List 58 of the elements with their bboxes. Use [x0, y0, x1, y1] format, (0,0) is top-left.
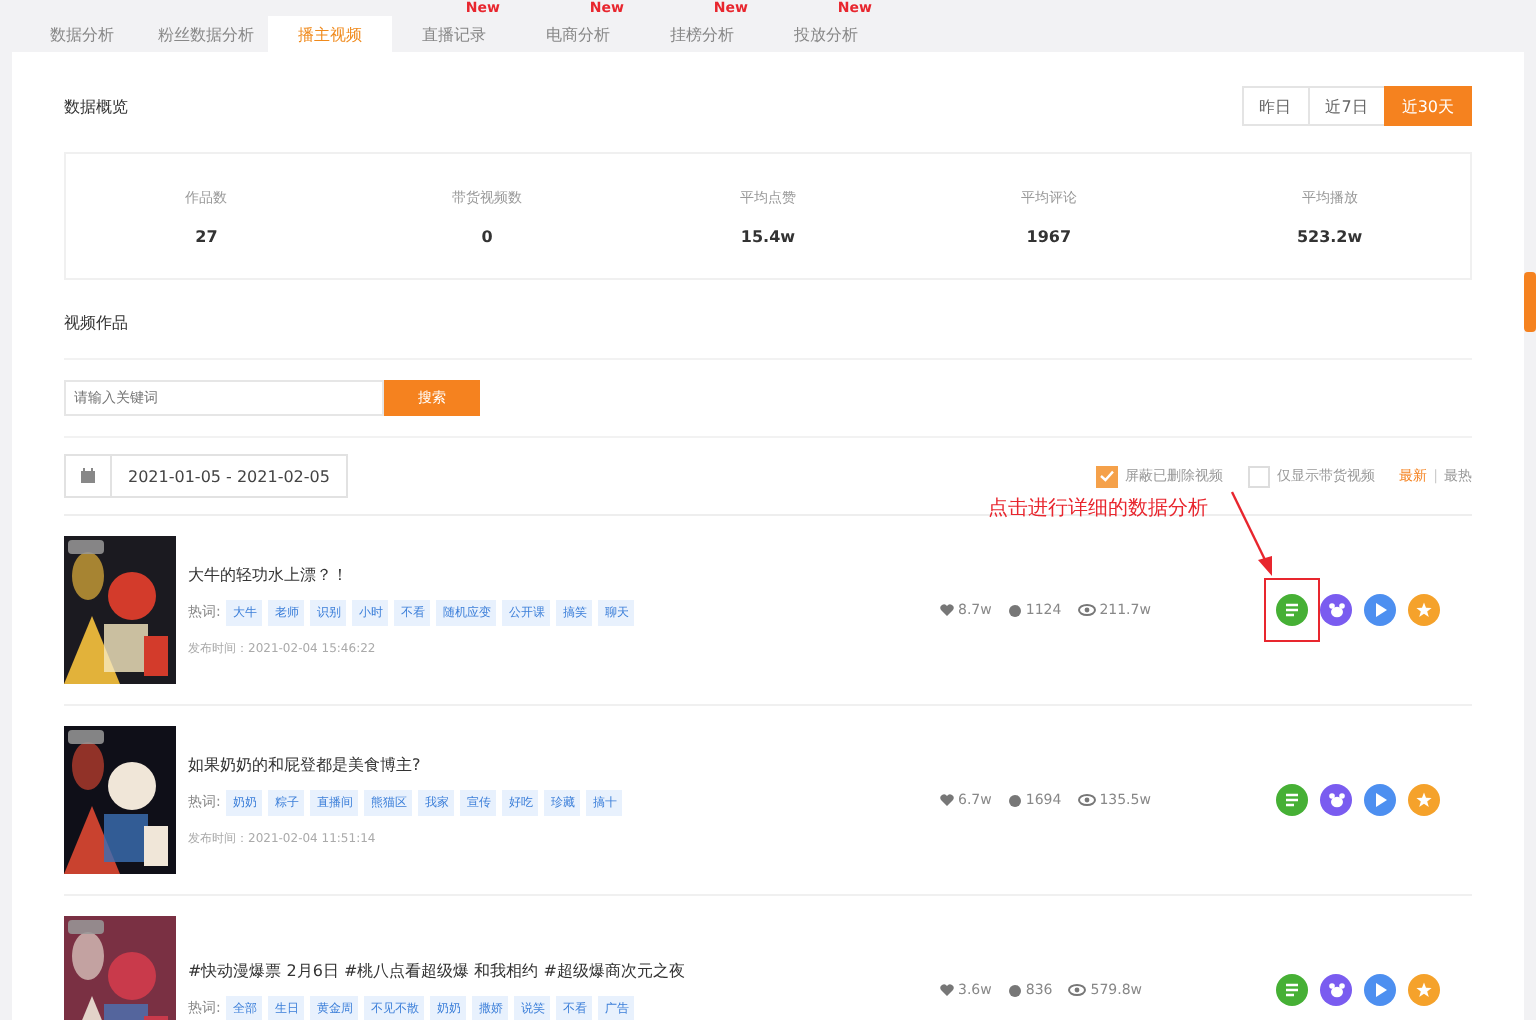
tab[interactable]: 电商分析	[516, 16, 640, 52]
heart-icon	[940, 794, 954, 806]
star-icon	[1416, 602, 1432, 618]
range-button[interactable]: 昨日	[1241, 86, 1310, 126]
fans-button[interactable]	[1320, 594, 1352, 626]
star-icon	[1416, 982, 1432, 998]
eye-icon	[1068, 984, 1087, 996]
comment-icon	[1007, 983, 1022, 997]
video-title[interactable]: 大牛的轻功水上漂？！	[188, 563, 828, 585]
favorite-button[interactable]	[1408, 594, 1440, 626]
bear-icon	[1327, 602, 1345, 618]
stat-value: 0	[481, 227, 493, 245]
fans-button[interactable]	[1320, 974, 1352, 1006]
stat-value: 523.2w	[1296, 227, 1363, 245]
range-button[interactable]: 近7日	[1307, 86, 1386, 126]
date-range-field[interactable]: 2021-01-05 - 2021-02-05	[64, 454, 348, 498]
document-icon	[1284, 792, 1300, 808]
stat-value: 1967	[1026, 227, 1072, 245]
play-icon	[1373, 792, 1387, 808]
tab[interactable]: 播主视频	[268, 16, 392, 52]
section-title: 视频作品	[64, 280, 1472, 360]
tab[interactable]: 挂榜分析	[640, 16, 764, 52]
comment-icon	[1007, 793, 1022, 807]
tab[interactable]: 数据分析	[20, 16, 144, 52]
range-button[interactable]: 近30天	[1383, 86, 1472, 126]
analysis-button[interactable]	[1276, 594, 1308, 626]
bear-icon	[1327, 792, 1345, 808]
video-title[interactable]: 如果奶奶的和屁登都是美食博主?	[188, 753, 828, 775]
favorite-button[interactable]	[1408, 784, 1440, 816]
tab[interactable]: 投放分析	[764, 16, 888, 52]
bear-icon	[1327, 982, 1345, 998]
heart-icon	[940, 984, 954, 996]
favorite-button[interactable]	[1408, 974, 1440, 1006]
video-title[interactable]: #快动漫爆票 2月6日 #桃八点看超级爆 和我相约 #超级爆商次元之夜	[188, 959, 828, 981]
document-icon	[1284, 982, 1300, 998]
analysis-button[interactable]	[1276, 974, 1308, 1006]
checkbox[interactable]	[1095, 465, 1118, 487]
tab[interactable]: 粉丝数据分析	[144, 16, 268, 52]
eye-icon	[1077, 604, 1096, 616]
fans-button[interactable]	[1320, 784, 1352, 816]
stat-value: 15.4w	[740, 227, 796, 245]
analysis-button[interactable]	[1276, 784, 1308, 816]
annotation-text: 点击进行详细的数据分析	[988, 495, 1208, 522]
heart-icon	[940, 604, 954, 616]
document-icon	[1284, 602, 1300, 618]
eye-icon	[1077, 794, 1096, 806]
calendar-icon	[80, 468, 96, 484]
star-icon	[1416, 792, 1432, 808]
stat-value: 27	[195, 227, 218, 245]
section-title: 数据概览	[64, 95, 128, 117]
tab[interactable]: 直播记录	[392, 16, 516, 52]
play-icon	[1373, 982, 1387, 998]
play-button[interactable]	[1364, 594, 1396, 626]
play-button[interactable]	[1364, 974, 1396, 1006]
comment-icon	[1007, 603, 1022, 617]
checkbox[interactable]	[1247, 465, 1270, 487]
play-icon	[1373, 602, 1387, 618]
play-button[interactable]	[1364, 784, 1396, 816]
